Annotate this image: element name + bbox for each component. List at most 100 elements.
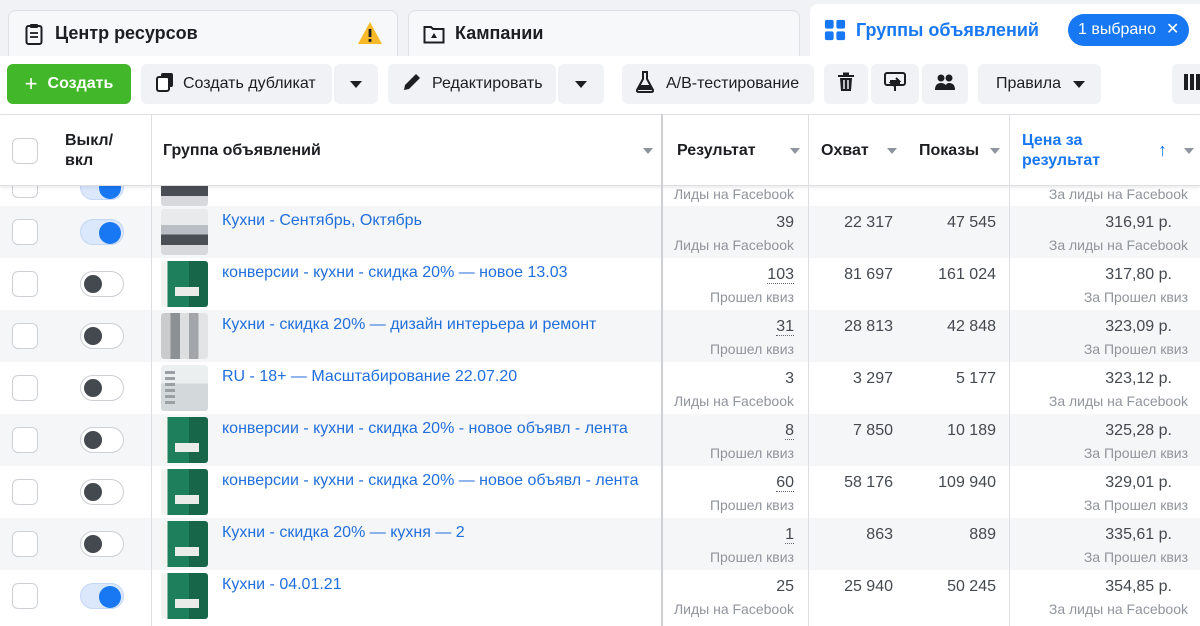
duplicate-dropdown-button[interactable] [334, 64, 378, 104]
reach-value: 7 850 [852, 422, 893, 439]
cost-value: 316,91 р. [1105, 214, 1172, 231]
adset-name-link[interactable]: конверсии - кухни - скидка 20% — новое 1… [222, 264, 568, 282]
adset-name-link[interactable]: Кухни - Сентябрь, Октябрь [222, 212, 422, 230]
table-row[interactable]: конверсии - кухни - скидка 20% - новое о… [0, 414, 1200, 466]
duplicate-button[interactable]: Создать дубликат [141, 64, 332, 104]
row-checkbox[interactable] [12, 375, 38, 401]
tab-ad-sets[interactable]: Группы объявлений 1 выбрано ✕ [810, 4, 1200, 56]
edit-button[interactable]: Редактировать [388, 64, 556, 104]
move-button[interactable] [871, 64, 919, 104]
column-divider [1009, 114, 1010, 626]
adset-name-link[interactable]: конверсии - кухни - скидка 20% - новое о… [222, 420, 628, 438]
create-button[interactable]: + Создать [7, 64, 131, 104]
cost-type: За лиды на Facebook [1048, 601, 1188, 617]
result-type: Прошел квиз [709, 549, 794, 565]
adset-name-link[interactable]: конверсии - кухни - скидка 20% — новое о… [222, 472, 638, 490]
row-checkbox[interactable] [12, 479, 38, 505]
warning-icon[interactable] [357, 21, 383, 50]
status-toggle[interactable] [80, 219, 124, 245]
status-toggle[interactable] [80, 271, 124, 297]
adset-name-link[interactable]: Кухни - скидка 20% — дизайн интерьера и … [222, 316, 596, 334]
column-header-toggle[interactable]: Выкл/ вкл [65, 115, 145, 187]
table-row[interactable]: Кухни - Сентябрь, Октябрь 39 Лиды на Faceb… [0, 206, 1200, 258]
audience-button[interactable] [922, 64, 968, 104]
sort-icon[interactable] [790, 148, 800, 154]
sort-icon[interactable] [1184, 148, 1194, 154]
column-header-cost[interactable]: Цена за результат ↑ [1022, 115, 1200, 187]
row-checkbox[interactable] [12, 219, 38, 245]
caret-down-icon [350, 80, 362, 88]
delete-button[interactable] [824, 64, 868, 104]
toggle-knob [84, 379, 102, 397]
toggle-knob [99, 222, 121, 244]
result-value: 103 [767, 266, 794, 284]
status-toggle[interactable] [80, 427, 124, 453]
reach-value: 3 297 [852, 370, 893, 387]
ab-test-button[interactable]: A/B-тестирование [622, 64, 814, 104]
table-row[interactable]: RU - 18+ — Масштабирование 22.07.20 3 Лиды… [0, 362, 1200, 414]
folder-icon [423, 23, 445, 45]
table-row[interactable]: Кухни - скидка 20% — дизайн интерьера и … [0, 310, 1200, 362]
toggle-knob [84, 431, 102, 449]
status-toggle[interactable] [80, 479, 124, 505]
adset-thumbnail [161, 573, 208, 619]
cost-type: За Прошел квиз [1083, 497, 1188, 513]
flask-icon [635, 70, 655, 98]
column-header-result[interactable]: Результат [677, 115, 807, 187]
status-toggle[interactable] [80, 186, 124, 200]
column-divider [151, 114, 152, 626]
row-checkbox[interactable] [12, 323, 38, 349]
reach-value: 58 176 [844, 474, 893, 491]
row-checkbox[interactable] [12, 531, 38, 557]
adset-thumbnail [161, 209, 208, 255]
table-row[interactable]: Кухни - скидка 20% — кухня — 2 1 Прошел кв… [0, 518, 1200, 570]
close-icon[interactable]: ✕ [1166, 22, 1179, 38]
duplicate-button-label: Создать дубликат [183, 75, 316, 92]
table-row[interactable]: Кухни - 04.01.21 25 Лиды на Facebook 25 940… [0, 570, 1200, 622]
rules-button[interactable]: Правила [978, 64, 1101, 104]
column-header-cost-label: Цена за результат [1022, 132, 1101, 169]
tab-campaigns[interactable]: Кампании [408, 10, 800, 56]
status-toggle[interactable] [80, 583, 124, 609]
arrow-up-icon[interactable]: ↑ [1158, 140, 1167, 160]
status-toggle[interactable] [80, 531, 124, 557]
selected-count-badge[interactable]: 1 выбрано ✕ [1068, 14, 1190, 46]
result-value: 1 [785, 526, 794, 544]
result-type: Лиды на Facebook [673, 237, 794, 253]
row-checkbox[interactable] [12, 427, 38, 453]
status-toggle[interactable] [80, 375, 124, 401]
caret-down-icon [575, 80, 587, 88]
sort-icon[interactable] [887, 148, 897, 154]
cost-value: 323,09 р. [1105, 318, 1172, 335]
edit-dropdown-button[interactable] [558, 64, 604, 104]
columns-button[interactable] [1172, 64, 1200, 104]
adset-name-link[interactable]: RU - 18+ — Масштабирование 22.07.20 [222, 368, 517, 386]
grid-icon [824, 19, 846, 41]
tab-resource-center[interactable]: Центр ресурсов [8, 10, 398, 56]
result-type: Лиды на Facebook [673, 186, 794, 202]
status-toggle[interactable] [80, 323, 124, 349]
adset-thumbnail [161, 313, 208, 359]
sort-icon[interactable] [643, 148, 653, 154]
row-checkbox[interactable] [12, 271, 38, 297]
row-checkbox[interactable] [12, 583, 38, 609]
adset-name-link[interactable]: Кухни - скидка 20% — кухня — 2 [222, 524, 465, 542]
adset-thumbnail [161, 521, 208, 567]
result-value: 60 [776, 474, 794, 492]
column-header-adset[interactable]: Группа объявлений [163, 115, 653, 187]
cost-value: 325,28 р. [1105, 422, 1172, 439]
table-row[interactable]: конверсии - кухни - скидка 20% — новое о… [0, 466, 1200, 518]
sort-icon[interactable] [990, 148, 1000, 154]
table-row[interactable]: конверсии - кухни - скидка 20% — новое 1… [0, 258, 1200, 310]
cost-value: 335,61 р. [1105, 526, 1172, 543]
ad-sets-table: Выкл/ вкл Группа объявлений Результат Ох… [0, 114, 1200, 626]
column-header-reach[interactable]: Охват [821, 115, 907, 187]
plus-icon: + [24, 71, 38, 96]
adset-name-link[interactable]: Кухни - 04.01.21 [222, 576, 342, 594]
result-value-text: 1 [785, 526, 794, 544]
column-header-adset-label: Группа объявлений [163, 142, 321, 159]
select-all-checkbox[interactable] [12, 138, 38, 164]
column-header-impressions[interactable]: Показы [919, 115, 1009, 187]
row-checkbox[interactable] [12, 186, 38, 198]
ab-test-button-label: A/B-тестирование [666, 75, 800, 92]
